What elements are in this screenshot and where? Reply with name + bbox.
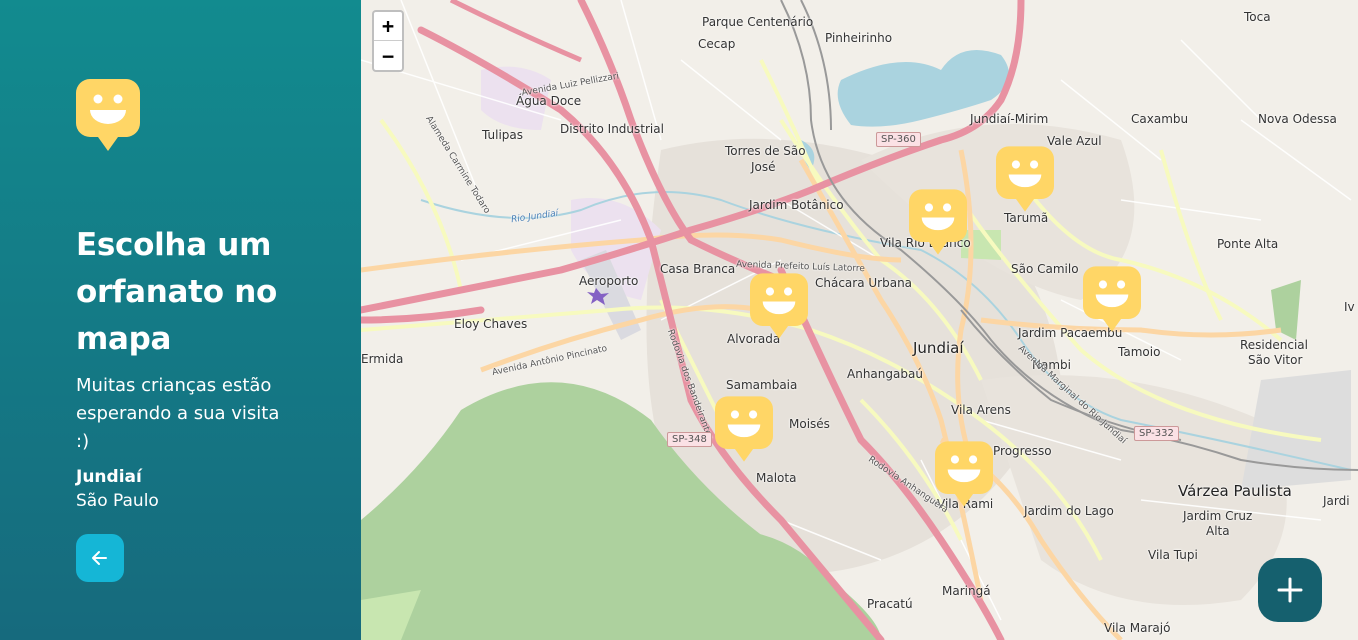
plus-icon bbox=[1277, 577, 1303, 603]
place-label: Jardim Botânico bbox=[749, 198, 844, 212]
place-label: Tamoio bbox=[1118, 345, 1161, 359]
place-label: São Camilo bbox=[1011, 262, 1079, 276]
place-label: Aeroporto bbox=[579, 274, 639, 288]
place-label: Jardim do Lago bbox=[1024, 504, 1114, 518]
place-label: Várzea Paulista bbox=[1178, 482, 1292, 500]
place-label: Maringá bbox=[942, 584, 991, 598]
place-label: José bbox=[751, 160, 776, 174]
orphanage-marker-1[interactable] bbox=[909, 188, 967, 256]
place-label: Vale Azul bbox=[1047, 134, 1102, 148]
place-label: Chácara Urbana bbox=[815, 276, 913, 290]
place-label: Caxambu bbox=[1131, 112, 1189, 126]
place-label: Residencial bbox=[1240, 338, 1308, 352]
place-label: Samambaia bbox=[726, 378, 798, 392]
page-title: Escolha um orfanato no mapa bbox=[76, 227, 277, 357]
place-label: Malota bbox=[756, 471, 797, 485]
place-label: Alta bbox=[1206, 524, 1230, 538]
city-label: Jundiaí bbox=[76, 467, 142, 487]
place-label: Vila Marajó bbox=[1104, 621, 1171, 635]
place-label: Jardi bbox=[1323, 494, 1350, 508]
place-label: Toca bbox=[1244, 10, 1271, 24]
place-label: Pracatú bbox=[867, 597, 913, 611]
place-label: Tarumã bbox=[1004, 211, 1049, 225]
road-shield: SP-348 bbox=[667, 432, 712, 447]
place-label: Casa Branca bbox=[660, 262, 736, 276]
smiley-marker-icon bbox=[76, 79, 140, 151]
zoom-in-button[interactable]: + bbox=[374, 12, 402, 41]
place-label: São Vitor bbox=[1248, 353, 1303, 367]
place-label: Cecap bbox=[698, 37, 736, 51]
back-button[interactable] bbox=[76, 534, 124, 582]
orphanage-marker-2[interactable] bbox=[996, 145, 1054, 213]
arrow-left-icon bbox=[92, 551, 107, 565]
map-area[interactable]: Toca Parque Centenário Cecap Pinheirinho… bbox=[361, 0, 1358, 640]
place-label: Eloy Chaves bbox=[454, 317, 528, 331]
place-label: Moisés bbox=[789, 417, 830, 431]
place-label: Jundiaí-Mirim bbox=[970, 112, 1049, 126]
place-label: Distrito Industrial bbox=[560, 122, 664, 136]
place-label: Progresso bbox=[993, 444, 1052, 458]
place-label: Ermida bbox=[361, 352, 404, 366]
orphanage-marker-6[interactable] bbox=[935, 440, 993, 508]
place-label: Parque Centenário bbox=[702, 15, 814, 29]
zoom-out-button[interactable]: − bbox=[374, 41, 402, 70]
road-shield: SP-360 bbox=[876, 132, 921, 147]
place-label: Vila Arens bbox=[951, 403, 1011, 417]
orphanage-marker-5[interactable] bbox=[715, 395, 773, 463]
place-label: Tulipas bbox=[482, 128, 524, 142]
place-label: Vila Tupi bbox=[1148, 548, 1198, 562]
place-label: Nova Odessa bbox=[1258, 112, 1337, 126]
road-shield: SP-332 bbox=[1134, 426, 1179, 441]
place-label: Anhangabaú bbox=[847, 367, 923, 381]
place-label: Iv bbox=[1344, 300, 1355, 314]
orphanage-marker-4[interactable] bbox=[750, 272, 808, 340]
zoom-control: + − bbox=[372, 10, 404, 72]
place-label: Torres de São bbox=[725, 144, 806, 158]
place-label: Ponte Alta bbox=[1217, 237, 1279, 251]
orphanage-marker-3[interactable] bbox=[1083, 265, 1141, 333]
page-subtitle: Muitas crianças estão esperando a sua vi… bbox=[76, 375, 280, 452]
place-label: Jardim Cruz bbox=[1183, 509, 1253, 523]
state-label: São Paulo bbox=[76, 491, 159, 511]
sidebar: Escolha um orfanato no mapa Muitas crian… bbox=[0, 0, 361, 640]
add-orphanage-button[interactable] bbox=[1258, 558, 1322, 622]
place-label: Jundiaí bbox=[913, 339, 964, 357]
place-label: Pinheirinho bbox=[825, 31, 893, 45]
